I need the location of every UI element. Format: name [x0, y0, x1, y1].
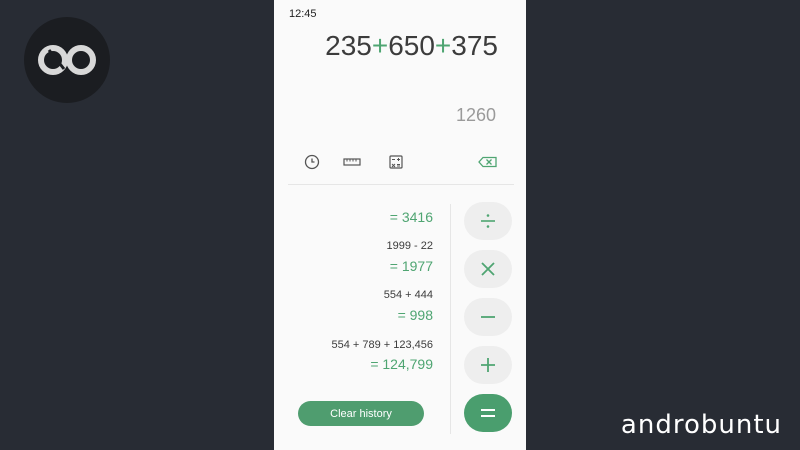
history-result[interactable]: = 998 [398, 307, 433, 323]
operand: 235 [325, 30, 372, 61]
phone-screen: 12:45 235+650+375 1260 = 3416 1999 - 22 … [274, 0, 526, 450]
add-button[interactable] [464, 346, 512, 384]
history-result[interactable]: = 124,799 [370, 356, 433, 372]
history-expression[interactable]: 1999 - 22 [387, 240, 433, 252]
minus-icon [481, 316, 495, 318]
history-icon[interactable] [300, 150, 324, 174]
history-expression[interactable]: 554 + 444 [384, 289, 433, 301]
multiply-button[interactable] [464, 250, 512, 288]
toolbar [274, 150, 526, 174]
result-preview: 1260 [455, 105, 496, 125]
multiply-icon [481, 262, 495, 276]
divide-button[interactable] [464, 202, 512, 240]
divider [288, 184, 514, 185]
unit-converter-icon[interactable] [341, 150, 363, 174]
operand: 375 [451, 30, 498, 61]
brand-watermark: androbuntu [620, 410, 782, 440]
channel-logo [24, 17, 110, 103]
operand: 650 [388, 30, 435, 61]
operator-symbol: + [371, 30, 389, 61]
history-result[interactable]: = 3416 [390, 209, 433, 225]
infinity-logo-icon [38, 45, 96, 75]
divider [450, 204, 451, 434]
backspace-icon[interactable] [476, 150, 500, 174]
history-expression[interactable]: 554 + 789 + 123,456 [331, 339, 433, 351]
subtract-button[interactable] [464, 298, 512, 336]
equals-button[interactable] [464, 394, 512, 432]
scientific-calculator-icon[interactable] [384, 150, 408, 174]
equals-icon [481, 409, 495, 417]
plus-icon [481, 358, 495, 372]
expression-display[interactable]: 235+650+375 [325, 30, 498, 62]
operator-symbol: + [434, 30, 452, 61]
divide-icon [481, 214, 495, 228]
history-result[interactable]: = 1977 [390, 258, 433, 274]
clear-history-button[interactable]: Clear history [298, 401, 424, 426]
status-time: 12:45 [289, 8, 317, 20]
